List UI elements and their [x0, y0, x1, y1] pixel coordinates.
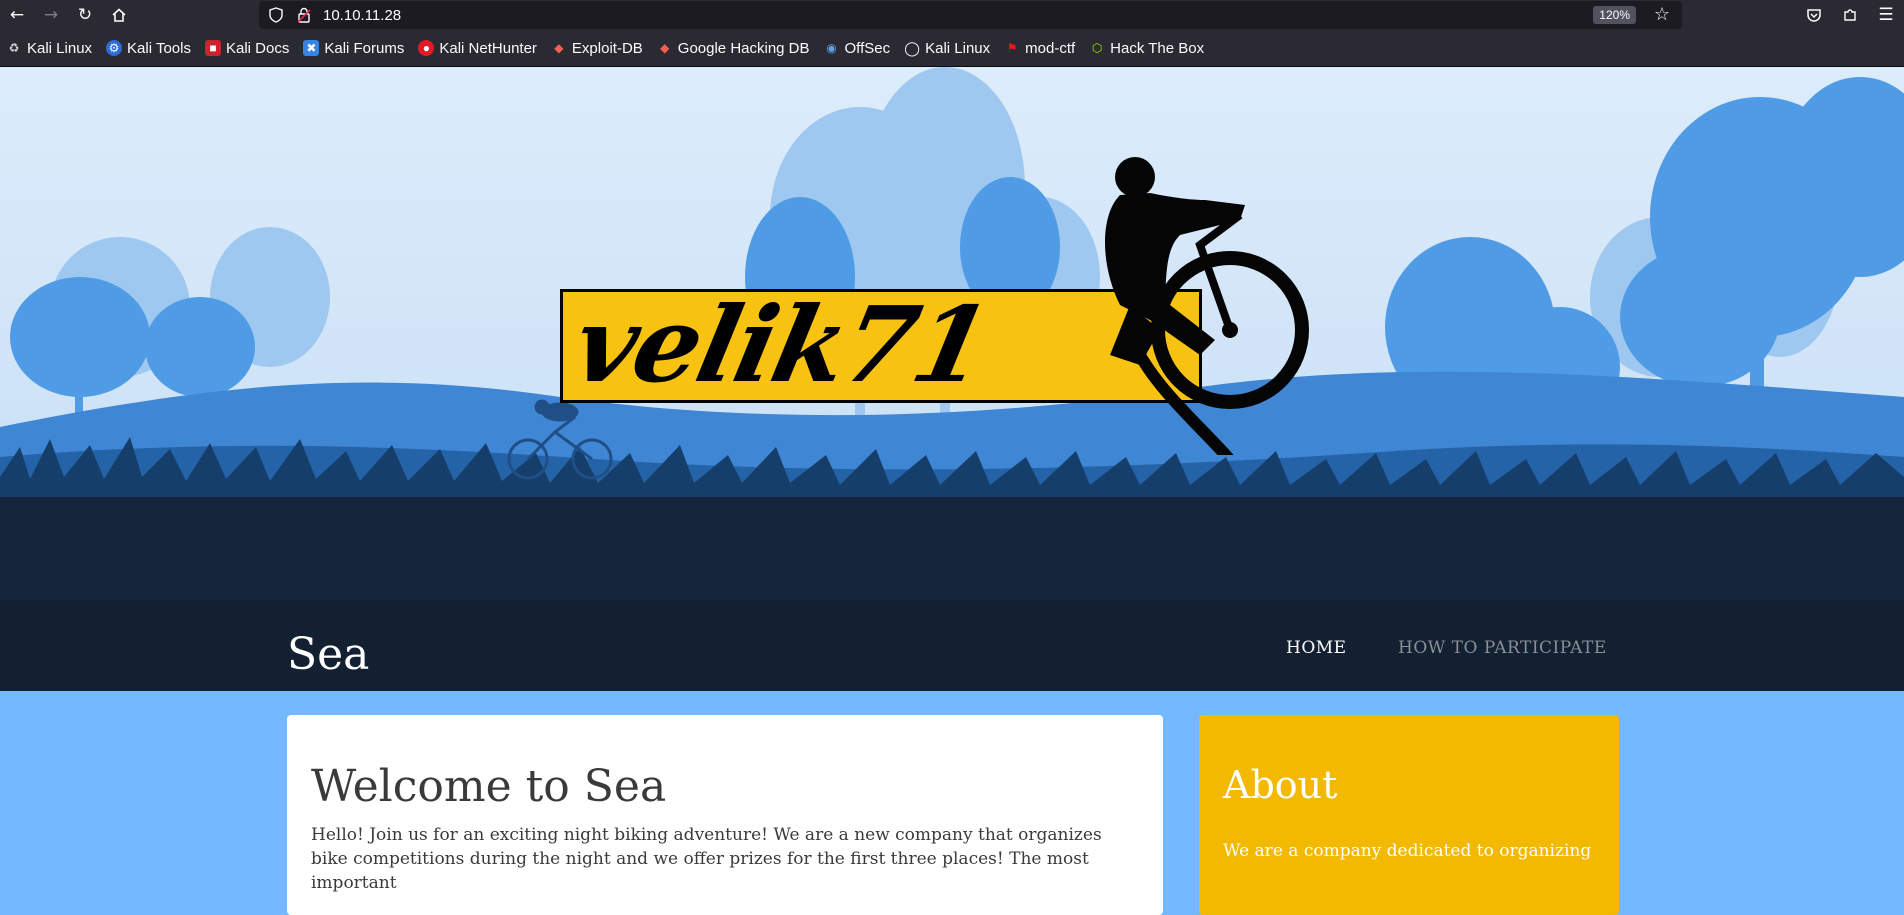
bookmark-google-hacking-db[interactable]: ◆ Google Hacking DB — [651, 35, 816, 61]
ghdb-icon: ◆ — [660, 41, 670, 55]
welcome-heading: Welcome to Sea — [311, 761, 667, 812]
bookmark-hack-the-box[interactable]: ⬡ Hack The Box — [1083, 35, 1210, 61]
arrow-left-icon: ← — [9, 5, 25, 25]
hack-the-box-icon: ⬡ — [1091, 41, 1103, 55]
about-heading: About — [1223, 763, 1338, 807]
about-body-text: We are a company dedicated to organizing — [1223, 841, 1592, 861]
hamburger-menu-icon: ☰ — [1878, 5, 1894, 25]
hero-banner: velik71 — [0, 67, 1904, 691]
bookmark-kali-tools[interactable]: ⚙ Kali Tools — [100, 35, 197, 61]
zoom-level-badge[interactable]: 120% — [1593, 6, 1636, 24]
pocket-icon — [1807, 9, 1821, 22]
bookmark-label: Kali Docs — [225, 39, 290, 57]
offsec-icon: ◉ — [826, 41, 837, 55]
bookmark-exploit-db[interactable]: ◆ Exploit-DB — [545, 35, 649, 61]
bookmark-label: Kali Forums — [324, 39, 405, 57]
welcome-body-text: Hello! Join us for an exciting night bik… — [311, 825, 1102, 893]
bookmark-kali-nethunter[interactable]: ● Kali NetHunter — [412, 35, 543, 61]
arrow-right-icon: → — [43, 5, 59, 25]
url-text[interactable]: 10.10.11.28 — [323, 7, 401, 24]
bookmark-kali-linux-2[interactable]: ◯ Kali Linux — [898, 35, 996, 61]
logo-text: velik71 — [564, 289, 999, 403]
menu-button[interactable]: ☰ — [1868, 0, 1904, 30]
bookmark-label: Kali Linux — [925, 39, 991, 57]
back-button[interactable]: ← — [0, 0, 34, 30]
shield-icon — [269, 7, 283, 23]
bookmark-label: Kali NetHunter — [439, 39, 537, 57]
welcome-card: Welcome to Sea Hello! Join us for an exc… — [287, 715, 1163, 915]
insecure-lock-icon — [297, 7, 311, 23]
nav-link-home[interactable]: HOME — [1286, 638, 1347, 658]
bookmark-label: Kali Tools — [127, 39, 191, 57]
bookmark-kali-linux[interactable]: ♻ Kali Linux — [0, 35, 98, 61]
pocket-button[interactable] — [1796, 0, 1832, 30]
browser-toolbar: ← → ↻ 10.10.11.28 120% ☆ ☰ — [0, 0, 1904, 30]
bookmark-offsec[interactable]: ◉ OffSec — [818, 35, 897, 61]
kali-tools-icon: ⚙ — [106, 40, 123, 56]
reload-button[interactable]: ↻ — [68, 0, 102, 30]
bookmark-label: Kali Linux — [27, 39, 93, 57]
bookmark-label: OffSec — [844, 39, 891, 57]
url-bar[interactable]: 10.10.11.28 120% ☆ — [259, 1, 1682, 29]
bookmark-label: mod-ctf — [1025, 39, 1076, 57]
reload-icon: ↻ — [77, 5, 93, 25]
about-card: About We are a company dedicated to orga… — [1199, 715, 1619, 915]
nav-link-how-to-participate[interactable]: HOW TO PARTICIPATE — [1398, 638, 1607, 658]
home-button[interactable] — [102, 0, 136, 30]
bookmark-label: Hack The Box — [1110, 39, 1205, 57]
toolbar-right-tools: ☰ — [1796, 0, 1904, 30]
site-title[interactable]: Sea — [287, 627, 369, 683]
site-header — [0, 600, 1904, 691]
home-icon — [112, 8, 126, 22]
kali-forums-icon: ✖ — [303, 40, 320, 56]
mod-ctf-icon: ⚑ — [1006, 41, 1018, 55]
kali-docs-icon: ■ — [204, 40, 221, 56]
kali-nethunter-icon: ● — [418, 40, 435, 56]
kali-dragon-icon: ♻ — [8, 41, 20, 55]
bookmark-kali-forums[interactable]: ✖ Kali Forums — [297, 35, 410, 61]
mountain-biker-illustration — [1105, 157, 1309, 455]
bookmark-label: Exploit-DB — [571, 39, 643, 57]
bookmark-kali-docs[interactable]: ■ Kali Docs — [199, 35, 295, 61]
extensions-button[interactable] — [1832, 0, 1868, 30]
bookmark-label: Google Hacking DB — [677, 39, 810, 57]
exploit-db-icon: ◆ — [554, 41, 564, 55]
puzzle-icon — [1844, 9, 1856, 21]
bookmark-star-icon[interactable]: ☆ — [1654, 4, 1670, 25]
bookmarks-toolbar: ♻ Kali Linux ⚙ Kali Tools ■ Kali Docs ✖ … — [0, 30, 1904, 67]
globe-icon: ◯ — [904, 39, 920, 56]
bookmark-mod-ctf[interactable]: ⚑ mod-ctf — [998, 35, 1081, 61]
forward-button[interactable]: → — [34, 0, 68, 30]
